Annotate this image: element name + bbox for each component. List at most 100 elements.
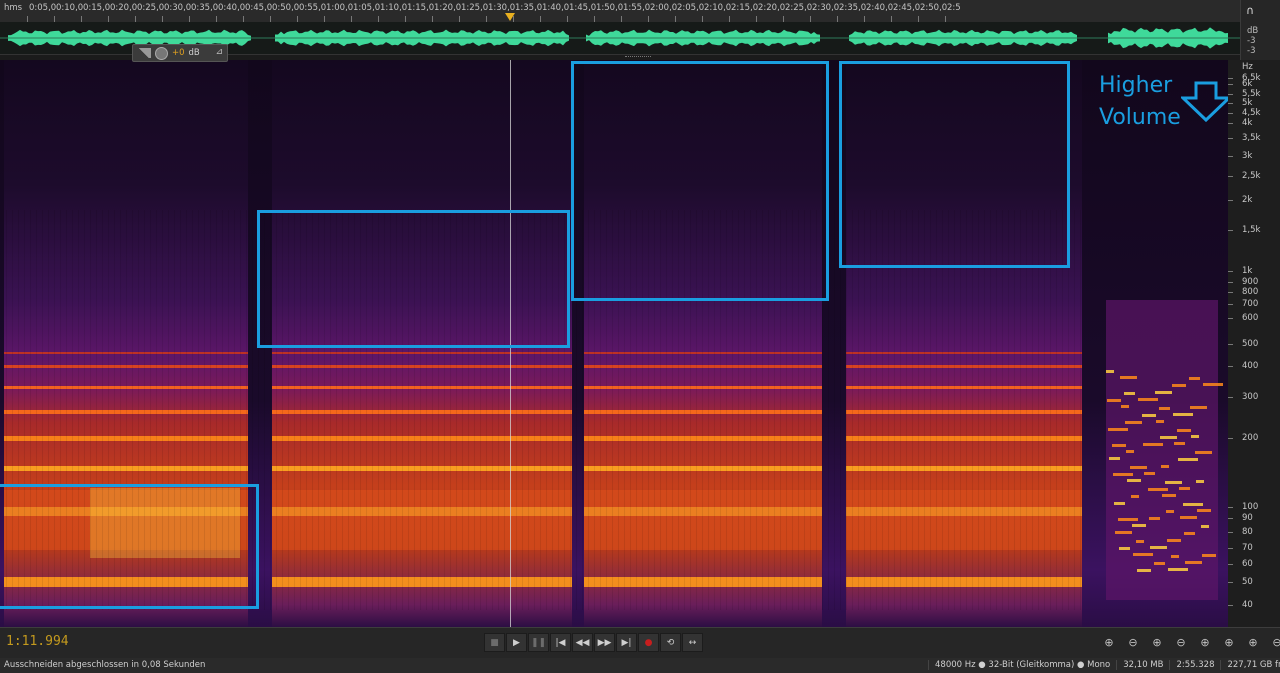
stop-button[interactable]: ■ <box>484 633 505 652</box>
volume-knob[interactable] <box>155 46 168 60</box>
texture-line <box>972 210 973 610</box>
texture-line <box>912 210 913 610</box>
go-to-start-button[interactable]: |◀ <box>550 633 571 652</box>
harmonic-band <box>846 410 1082 414</box>
zoom-button-icon[interactable]: ⊕ <box>1220 634 1238 650</box>
pause-button[interactable]: ❚❚ <box>528 633 549 652</box>
rewind-button[interactable]: ◀◀ <box>572 633 593 652</box>
hz-tick-label: 3k <box>1242 151 1253 161</box>
go-to-end-button[interactable]: ▶| <box>616 633 637 652</box>
noise-blob <box>1130 466 1147 469</box>
fast-forward-button[interactable]: ▶▶ <box>594 633 615 652</box>
noise-blob <box>1156 420 1164 423</box>
pin-icon[interactable]: ⊿ <box>215 47 223 57</box>
texture-line <box>858 210 859 610</box>
noise-blob <box>1109 457 1120 460</box>
hz-tick-label: 3,5k <box>1242 133 1261 143</box>
annotation-box-section-4 <box>839 61 1070 268</box>
harmonic-band <box>846 352 1082 354</box>
texture-line <box>1038 210 1039 610</box>
hz-tick <box>1228 78 1233 79</box>
texture-line <box>996 210 997 610</box>
noise-blob <box>1126 450 1134 453</box>
ruler-tick-label: 2:35,0 <box>839 3 867 13</box>
hz-tick <box>1228 138 1233 139</box>
texture-line <box>948 210 949 610</box>
hz-tick-label: 2k <box>1242 195 1253 205</box>
hz-tick <box>1228 156 1233 157</box>
zoom-button-icon[interactable]: ⊖ <box>1268 634 1280 650</box>
ruler-tick-label: 0:20,0 <box>110 3 138 13</box>
texture-line <box>936 210 937 610</box>
noise-blob <box>1131 495 1139 498</box>
zoom-button-icon[interactable]: ⊕ <box>1196 634 1214 650</box>
zoom-button-icon[interactable]: ⊖ <box>1124 634 1142 650</box>
skip-selection-button[interactable]: ↔ <box>682 633 703 652</box>
texture-line <box>1080 210 1081 610</box>
duration: 2:55.328 <box>1169 660 1220 670</box>
ruler-tick-label: 2:40,0 <box>866 3 894 13</box>
record-button[interactable]: ● <box>638 633 659 652</box>
loop-button[interactable]: ⟲ <box>660 633 681 652</box>
headphone-icon[interactable]: ∩ <box>1246 4 1254 17</box>
hz-tick <box>1228 366 1233 367</box>
down-arrow-icon <box>1181 81 1231 123</box>
annotation-box-section-3 <box>571 61 829 301</box>
harmonic-band <box>272 365 572 368</box>
frequency-axis[interactable]: Hz 6,5k 6k 5,5k 5k 4,5k 4k 3,5k 3k 2,5k 2k 1,5k 1k 90… <box>1228 60 1280 627</box>
hz-tick-label: 400 <box>1242 361 1259 371</box>
noise-blob <box>1149 517 1160 520</box>
zoom-button-icon[interactable]: ⊖ <box>1172 634 1190 650</box>
time-ruler[interactable]: hms 0:05,0 0:10,0 0:15,0 0:20,0 0:25,0 0:30,0… <box>0 0 1240 23</box>
noise-blob <box>1127 479 1141 482</box>
energy-band <box>272 490 572 550</box>
noise-blob <box>1180 516 1197 519</box>
harmonic-band <box>846 386 1082 389</box>
current-time-display[interactable]: 1:11.994 <box>6 634 69 649</box>
hz-tick-label: 900 <box>1242 277 1259 287</box>
hz-tick-label: 300 <box>1242 392 1259 402</box>
noise-blob <box>1203 383 1223 386</box>
noise-blob <box>1119 547 1130 550</box>
zoom-button-icon[interactable]: ⊕ <box>1244 634 1262 650</box>
ruler-tick-label: 0:35,0 <box>191 3 219 13</box>
texture-line <box>1074 210 1075 610</box>
hz-tick <box>1228 292 1233 293</box>
texture-line <box>840 210 841 610</box>
hz-tick-label: 5k <box>1242 98 1253 108</box>
texture-line <box>918 210 919 610</box>
ruler-tick-label: 1:40,0 <box>542 3 570 13</box>
texture-line <box>960 210 961 610</box>
texture-line <box>906 210 907 610</box>
transport-bar: 1:11.994 ■▶❚❚|◀◀◀▶▶▶|●⟲↔ ⊕⊖⊕⊖⊕⊕⊕⊖⊕ <box>0 627 1280 659</box>
ruler-tick-label: 2:25,0 <box>785 3 813 13</box>
hz-tick <box>1228 271 1233 272</box>
zoom-button-icon[interactable]: ⊕ <box>1148 634 1166 650</box>
texture-line <box>870 210 871 610</box>
noise-blob <box>1185 561 1202 564</box>
status-message: Ausschneiden abgeschlossen in 0,08 Sekun… <box>4 660 206 670</box>
hz-tick <box>1228 507 1233 508</box>
playhead-marker-icon[interactable] <box>505 13 515 21</box>
noise-blob <box>1132 524 1146 527</box>
ruler-tick-label: 1:30,0 <box>488 3 516 13</box>
texture-line <box>990 210 991 610</box>
noise-blob <box>1143 443 1163 446</box>
hz-tick <box>1228 123 1233 124</box>
texture-line <box>1032 210 1033 610</box>
noise-blob <box>1177 429 1191 432</box>
hz-tick-label: 4k <box>1242 118 1253 128</box>
volume-icon <box>137 48 151 58</box>
hz-tick <box>1228 438 1233 439</box>
hz-tick <box>1228 582 1233 583</box>
zoom-button-icon[interactable]: ⊕ <box>1100 634 1118 650</box>
zoom-controls: ⊕⊖⊕⊖⊕⊕⊕⊖⊕ <box>1100 634 1280 650</box>
texture-line <box>894 210 895 610</box>
hz-tick <box>1228 318 1233 319</box>
texture-line <box>1020 210 1021 610</box>
play-button[interactable]: ▶ <box>506 633 527 652</box>
noise-blob <box>1120 376 1137 379</box>
volume-hud[interactable]: +0 dB ⊿ <box>132 44 228 62</box>
harmonic-band <box>272 436 572 441</box>
annotation-box-low-frequencies <box>0 484 259 609</box>
